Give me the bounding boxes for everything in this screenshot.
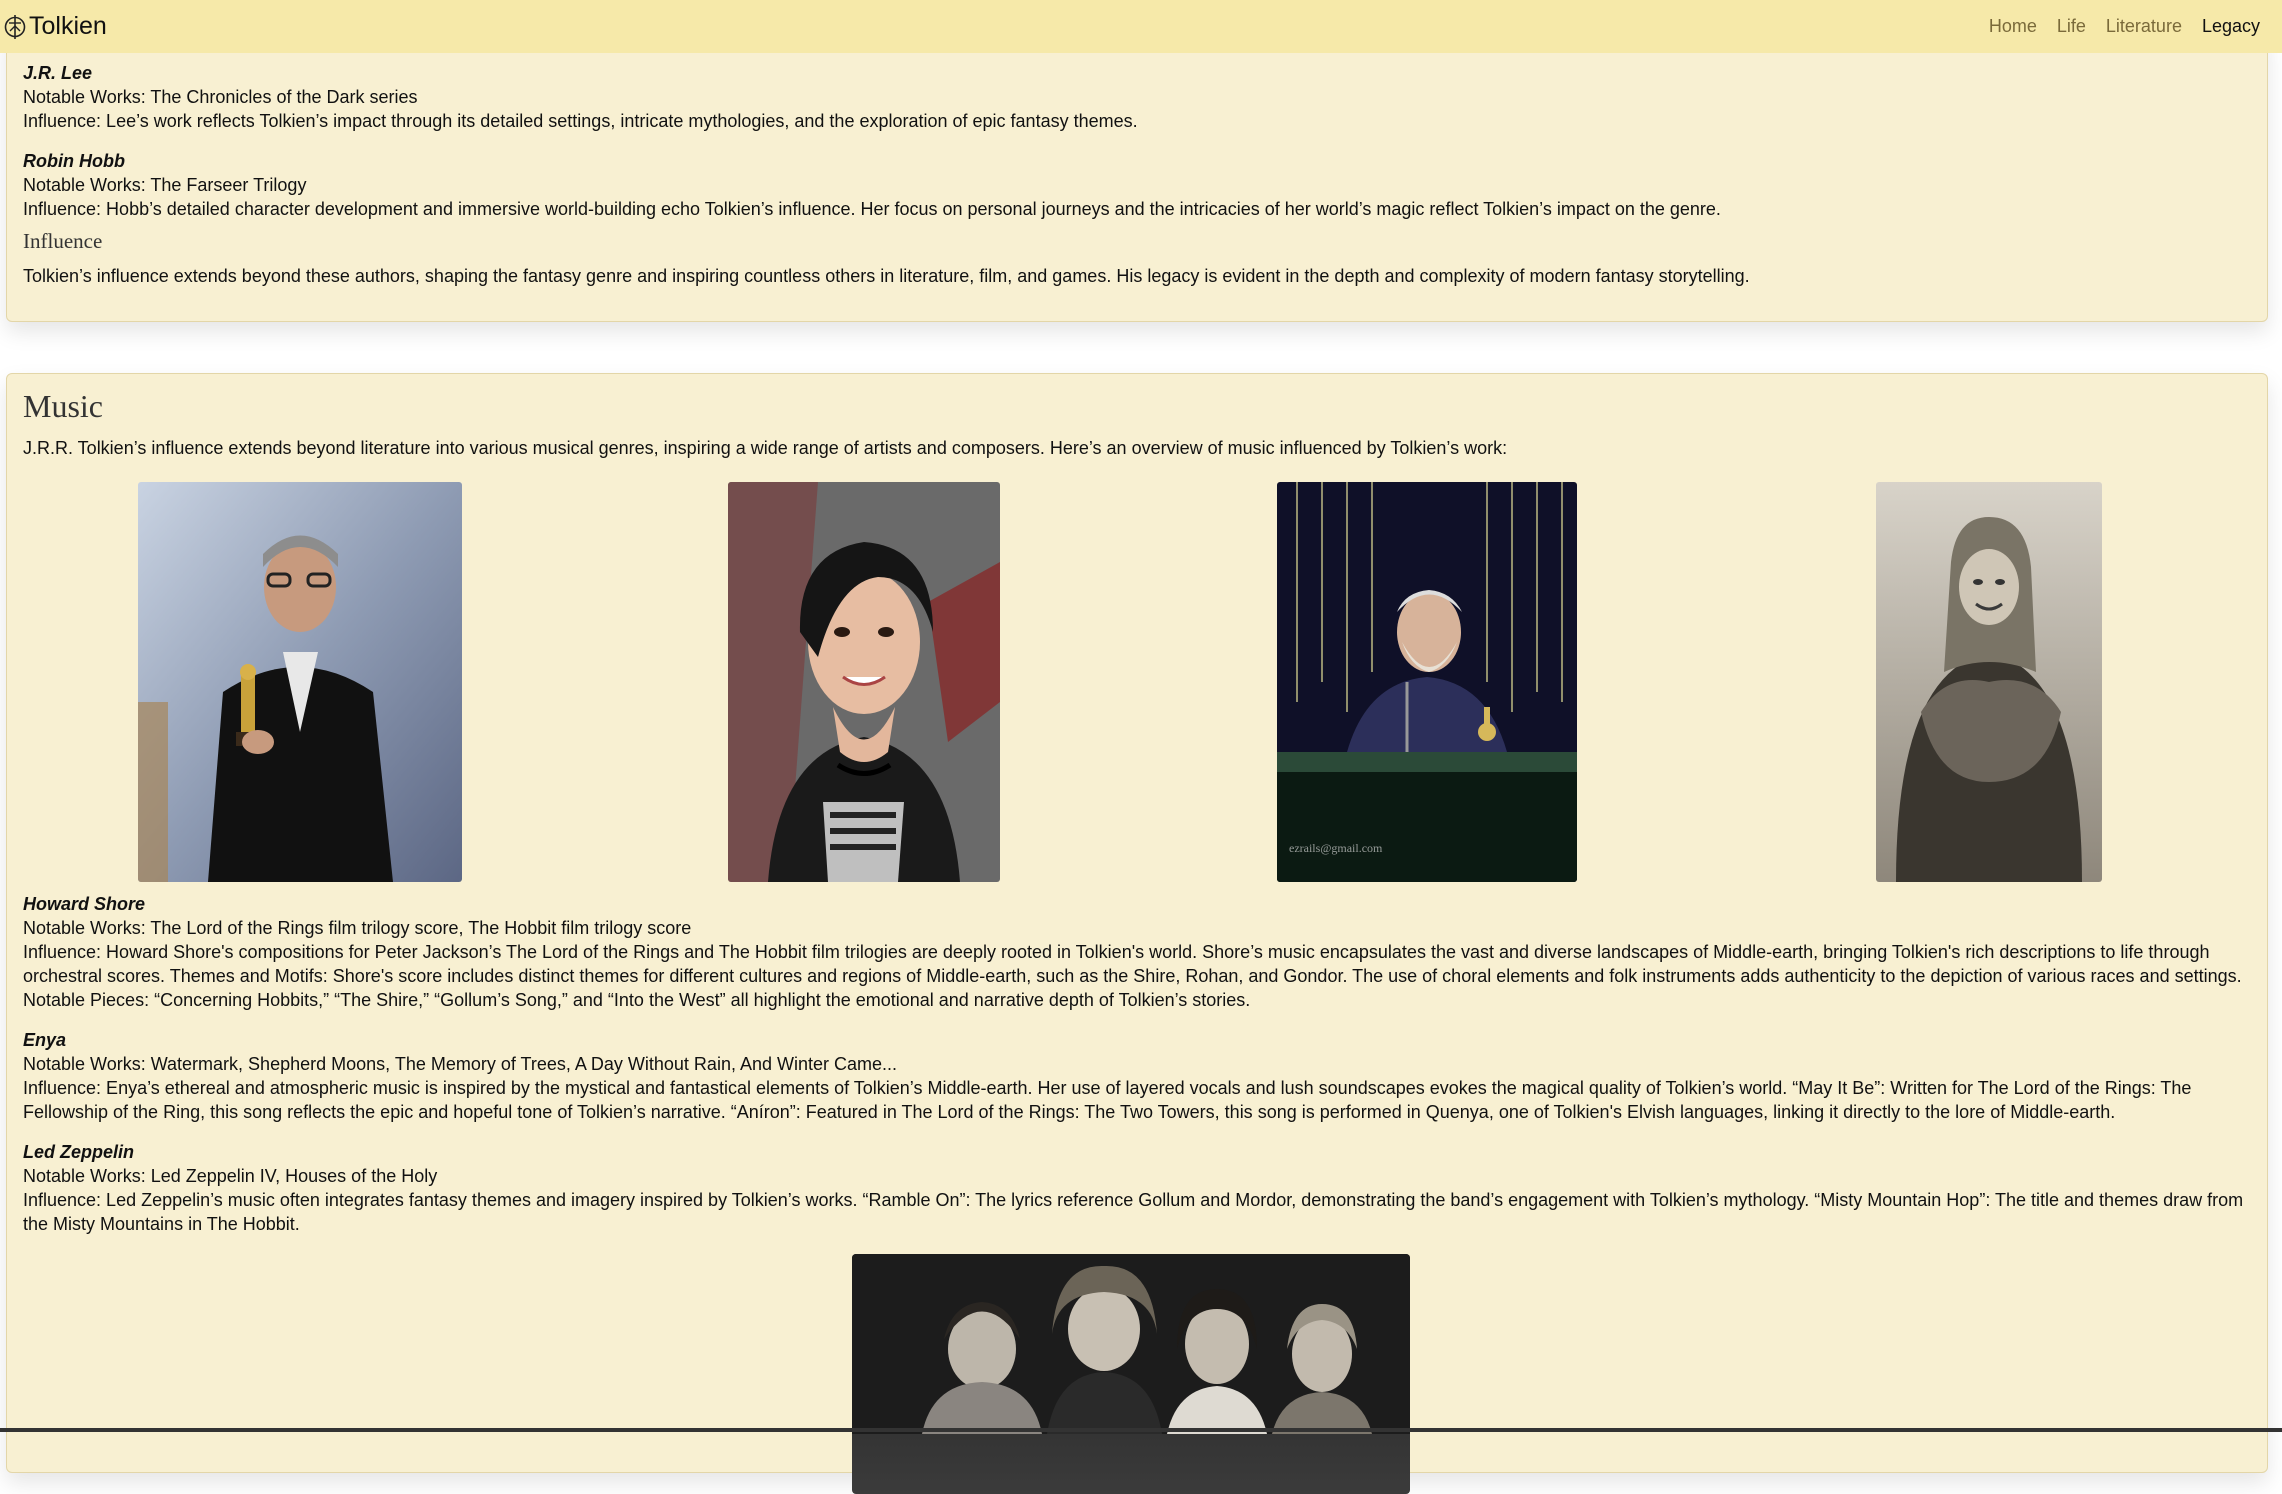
artist-name: Howard Shore	[23, 894, 146, 914]
artist-entry: Enya Notable Works: Watermark, Shepherd …	[23, 1028, 2251, 1124]
artist-works: Notable Works: Watermark, Shepherd Moons…	[23, 1054, 898, 1074]
page-bottom-edge	[0, 1428, 2282, 1432]
author-entry: Robin Hobb Notable Works: The Farseer Tr…	[23, 149, 2251, 221]
main-nav: Home Life Literature Legacy	[1989, 16, 2260, 37]
author-works: Notable Works: The Chronicles of the Dar…	[23, 87, 418, 107]
authors-card: J.R. Lee Notable Works: The Chronicles o…	[6, 30, 2268, 322]
pianist-photo: ezrails@gmail.com	[1277, 482, 1577, 882]
artist-entry: Led Zeppelin Notable Works: Led Zeppelin…	[23, 1140, 2251, 1236]
long-haired-musician-photo	[1876, 482, 2102, 882]
led-zeppelin-band-photo	[852, 1254, 1410, 1494]
author-influence: Influence: Hobb’s detailed character dev…	[23, 199, 1721, 219]
artist-influence: Influence: Led Zeppelin’s music often in…	[23, 1190, 2244, 1234]
influence-heading: Influence	[23, 229, 103, 253]
artist-name: Led Zeppelin	[23, 1142, 135, 1162]
brand-title: Tolkien	[29, 12, 107, 40]
influence-text: Tolkien’s influence extends beyond these…	[23, 266, 1750, 286]
section-title: Music	[23, 388, 103, 424]
nav-home[interactable]: Home	[1989, 16, 2037, 37]
artist-influence: Influence: Enya’s ethereal and atmospher…	[23, 1078, 2192, 1122]
artist-influence: Influence: Howard Shore's compositions f…	[23, 942, 2242, 1010]
nav-life[interactable]: Life	[2057, 16, 2086, 37]
artist-entry: Howard Shore Notable Works: The Lord of …	[23, 892, 2251, 1012]
photo-watermark: ezrails@gmail.com	[1289, 841, 1383, 855]
tolkien-monogram-icon	[3, 12, 27, 42]
enya-photo	[728, 482, 1000, 882]
author-works: Notable Works: The Farseer Trilogy	[23, 175, 307, 195]
artist-works: Notable Works: Led Zeppelin IV, Houses o…	[23, 1166, 438, 1186]
music-intro: J.R.R. Tolkien’s influence extends beyon…	[23, 438, 1508, 458]
artist-photo-row: ezrails@gmail.com	[23, 482, 2251, 882]
nav-legacy[interactable]: Legacy	[2202, 16, 2260, 37]
nav-literature[interactable]: Literature	[2106, 16, 2182, 37]
top-navbar: Tolkien Home Life Literature Legacy	[0, 0, 2282, 53]
author-name: J.R. Lee	[23, 63, 93, 83]
author-influence: Influence: Lee’s work reflects Tolkien’s…	[23, 111, 1138, 131]
author-entry: J.R. Lee Notable Works: The Chronicles o…	[23, 61, 2251, 133]
howard-shore-photo	[138, 482, 462, 882]
brand[interactable]: Tolkien	[3, 12, 107, 42]
author-name: Robin Hobb	[23, 151, 125, 171]
artist-works: Notable Works: The Lord of the Rings fil…	[23, 918, 692, 938]
artist-name: Enya	[23, 1030, 67, 1050]
